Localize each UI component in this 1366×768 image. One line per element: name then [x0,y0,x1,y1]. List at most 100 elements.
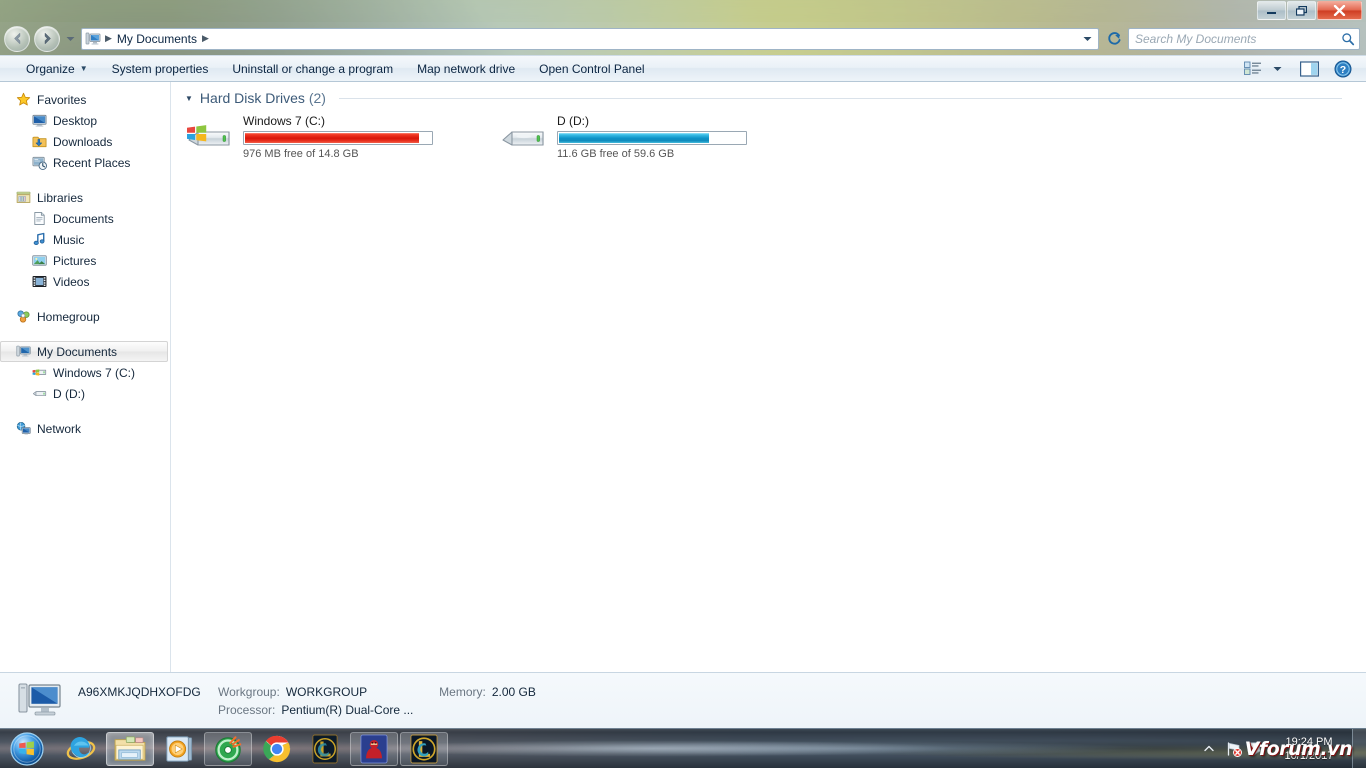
sidebar-label: D (D:) [53,386,85,401]
drive-info: Windows 7 (C:) 976 MB free of 14.8 GB [243,114,433,161]
view-options-icon [1244,61,1261,75]
taskbar-button-league-client[interactable] [400,731,448,766]
action-center-flag-icon[interactable] [1246,741,1262,757]
sidebar-label: Homegroup [37,309,100,324]
drive-name: Windows 7 (C:) [243,114,326,128]
drive-icon [31,386,47,402]
sidebar-item-recent-places[interactable]: Recent Places [0,152,170,173]
drive-item-d[interactable]: D (D:) 11.6 GB free of 59.6 GB [499,114,747,161]
windows-media-player-icon [166,735,193,762]
window-body: Favorites Desktop Downloads Recent Place… [0,82,1366,672]
drive-info: D (D:) 11.6 GB free of 59.6 GB [557,114,747,161]
taskbar-button-disc-burner[interactable] [204,731,252,766]
sidebar-item-videos[interactable]: Videos [0,271,170,292]
chevron-up-icon [1204,745,1214,752]
search-icon[interactable] [1341,32,1355,46]
sidebar-label: Network [37,421,82,436]
sidebar-label: Windows 7 (C:) [53,365,136,380]
breadcrumb-item-my-documents[interactable]: My Documents [114,30,200,48]
drive-free-space: 976 MB free of 14.8 GB [243,148,359,160]
map-network-drive-button[interactable]: Map network drive [405,57,527,81]
sidebar-label: Downloads [53,134,113,149]
drive-item-windows-c[interactable]: Windows 7 (C:) 976 MB free of 14.8 GB [185,114,433,161]
drive-free-space: 11.6 GB free of 59.6 GB [557,148,675,160]
open-control-panel-button[interactable]: Open Control Panel [527,57,656,81]
sidebar-item-pictures[interactable]: Pictures [0,250,170,271]
workgroup-value: WORKGROUP [285,684,368,699]
start-button[interactable] [0,730,54,768]
command-bar-right-group: ? [1240,58,1366,80]
close-button[interactable] [1317,1,1362,20]
system-properties-button[interactable]: System properties [100,57,221,81]
taskbar-button-garena[interactable] [350,731,398,766]
sidebar-item-my-documents[interactable]: My Documents [0,341,168,362]
refresh-icon [1107,31,1121,45]
sidebar-item-windows-c-drive[interactable]: Windows 7 (C:) [0,362,170,383]
sidebar-label: My Documents [37,344,118,359]
collapse-triangle-icon[interactable]: ▼ [185,94,193,103]
restore-icon [1296,5,1307,16]
preview-pane-icon [1299,60,1319,77]
drive-usage-fill [245,133,420,143]
window-controls [1257,1,1362,20]
clock-date: 10/1/2017 [1284,749,1334,762]
network-icon [15,421,31,437]
computer-icon [85,31,101,47]
recent-pages-button[interactable] [64,28,77,50]
help-button[interactable]: ? [1330,58,1356,80]
sidebar-label: Documents [53,211,114,226]
taskbar-clock[interactable]: 19:24 PM 10/1/2017 [1268,735,1352,763]
view-dropdown-button[interactable] [1268,58,1286,80]
preview-pane-button[interactable] [1296,58,1322,80]
chevron-down-icon [1273,66,1281,71]
show-desktop-button[interactable] [1352,728,1366,768]
sidebar-item-desktop[interactable]: Desktop [0,110,170,131]
processor-value: Pentium(R) Dual-Core ... [281,702,414,717]
network-flag-icon[interactable] [1226,741,1242,757]
sidebar-item-downloads[interactable]: Downloads [0,131,170,152]
windows-drive-icon [185,114,233,158]
google-chrome-icon [263,735,291,762]
sidebar-item-documents[interactable]: Documents [0,208,170,229]
group-header-hard-disk-drives[interactable]: ▼ Hard Disk Drives (2) [171,90,1366,106]
taskbar: 19:24 PM 10/1/2017 [0,728,1366,768]
search-box[interactable] [1128,27,1360,50]
drive-usage-bar [557,131,747,145]
computer-icon [16,679,64,723]
taskbar-button-league-of-legends[interactable] [302,732,348,766]
file-list-pane[interactable]: ▼ Hard Disk Drives (2) Windows 7 (C:) 97… [171,82,1366,672]
sidebar-group-computer: My Documents Windows 7 (C:) D (D:) [0,341,170,404]
drive-icon [499,114,547,158]
sidebar-group-libraries: Libraries Documents Music Pictures Video… [0,187,170,292]
details-pane: A96XMKJQDHXOFDG Workgroup: WORKGROUP Mem… [0,672,1366,728]
forward-button[interactable] [34,25,60,52]
taskbar-button-windows-explorer[interactable] [106,731,154,766]
maximize-button[interactable] [1287,1,1316,20]
taskbar-button-internet-explorer[interactable] [58,732,104,766]
details-row-secondary: Processor: Pentium(R) Dual-Core ... [78,703,536,717]
sidebar-item-favorites[interactable]: Favorites [0,89,170,110]
processor-label: Processor: [218,702,276,717]
view-options-button[interactable] [1240,58,1266,80]
breadcrumb-separator-trailing[interactable]: ▶ [200,33,211,44]
address-history-dropdown[interactable] [1079,29,1096,49]
minimize-button[interactable] [1257,1,1286,20]
taskbar-button-google-chrome[interactable] [254,732,300,766]
sidebar-label: Recent Places [53,155,131,170]
sidebar-item-network[interactable]: Network [0,418,170,439]
search-input[interactable] [1135,31,1341,46]
uninstall-or-change-program-button[interactable]: Uninstall or change a program [220,57,405,81]
address-bar[interactable]: ▶ My Documents ▶ [81,27,1099,50]
taskbar-button-windows-media-player[interactable] [156,732,202,766]
drive-usage-bar [243,131,433,145]
sidebar-item-music[interactable]: Music [0,229,170,250]
explorer-window: ▶ My Documents ▶ Or [0,0,1366,728]
show-hidden-icons-button[interactable] [1198,733,1220,765]
refresh-button[interactable] [1103,29,1124,49]
back-button[interactable] [4,25,30,52]
sidebar-item-libraries[interactable]: Libraries [0,187,170,208]
workgroup-label: Workgroup: [218,684,280,699]
sidebar-item-d-drive[interactable]: D (D:) [0,383,170,404]
organize-button[interactable]: Organize ▼ [14,57,100,81]
sidebar-item-homegroup[interactable]: Homegroup [0,306,170,327]
